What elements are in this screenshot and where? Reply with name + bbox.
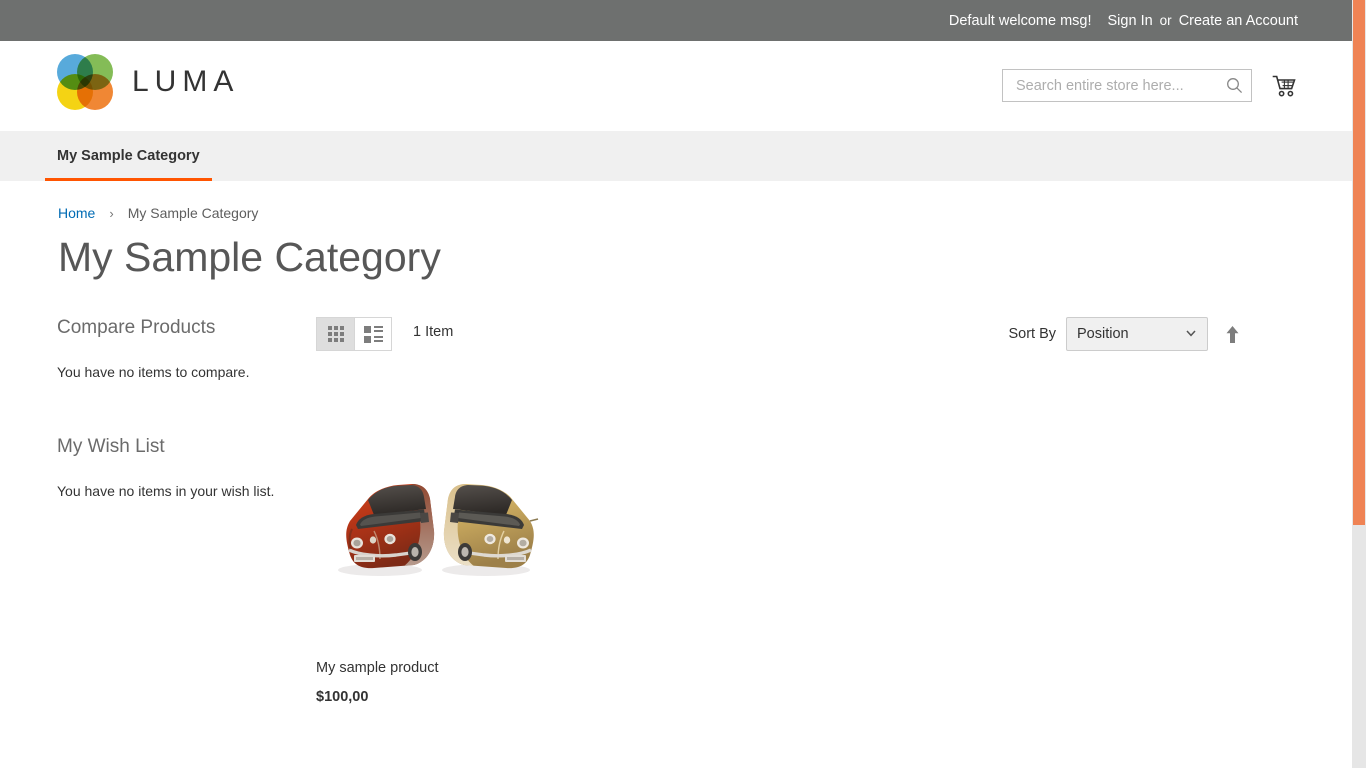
main-navigation: My Sample Category: [0, 131, 1352, 181]
sorter: Sort By Position: [1008, 317, 1240, 352]
breadcrumb-separator-icon: ›: [109, 205, 114, 221]
welcome-message: Default welcome msg!: [948, 12, 1092, 29]
top-panel-separator: or: [1159, 13, 1172, 28]
sidebar: Compare Products You have no items to co…: [57, 317, 282, 501]
compare-products-block: Compare Products You have no items to co…: [57, 317, 282, 382]
model-cars-photo: [316, 469, 556, 590]
main-content: 1 Item Sort By Position My sample produc…: [316, 317, 1296, 705]
header-actions: [1002, 69, 1298, 102]
product-image[interactable]: [316, 409, 556, 650]
sort-direction-ascending-button[interactable]: [1225, 325, 1240, 344]
search-input[interactable]: [1002, 69, 1252, 102]
grid-view-icon: [327, 326, 344, 343]
top-panel: Default welcome msg! Sign In or Create a…: [0, 0, 1352, 41]
logo-text: LUMA: [132, 65, 240, 98]
compare-products-title: Compare Products: [57, 317, 216, 339]
view-mode-switcher: [316, 317, 392, 352]
grid-view-mode-button[interactable]: [317, 318, 354, 351]
nav-item-my-sample-category[interactable]: My Sample Category: [45, 131, 212, 181]
sort-by-label: Sort By: [1008, 326, 1056, 343]
product-list-toolbar: 1 Item Sort By Position: [316, 317, 1296, 353]
product-price: $100,00: [316, 689, 369, 706]
breadcrumb-home-link[interactable]: Home: [58, 205, 95, 221]
page-title: My Sample Category: [58, 234, 441, 280]
sort-by-select[interactable]: Position: [1066, 317, 1208, 352]
product-name-link[interactable]: My sample product: [316, 658, 556, 678]
luma-flower-logo-icon: [57, 54, 113, 110]
wish-list-empty-text: You have no items in your wish list.: [57, 482, 275, 499]
product-item: My sample product $100,00: [316, 409, 556, 705]
product-grid: My sample product $100,00: [316, 409, 1296, 705]
breadcrumb-current: My Sample Category: [127, 205, 259, 221]
sign-in-link[interactable]: Sign In: [1108, 13, 1153, 29]
vertical-scrollbar-thumb[interactable]: [1353, 0, 1365, 525]
breadcrumb: Home › My Sample Category: [0, 181, 1352, 221]
shopping-cart-icon[interactable]: [1272, 73, 1298, 99]
logo-link[interactable]: LUMA: [57, 54, 239, 110]
list-view-icon: [363, 325, 383, 343]
wish-list-block: My Wish List You have no items in your w…: [57, 436, 282, 501]
wish-list-title: My Wish List: [57, 436, 165, 458]
sort-select-wrapper: Position: [1066, 317, 1208, 352]
create-account-link[interactable]: Create an Account: [1179, 13, 1298, 29]
vertical-scrollbar-track[interactable]: [1352, 0, 1366, 768]
search-box: [1002, 69, 1252, 102]
compare-products-empty-text: You have no items to compare.: [57, 363, 250, 380]
list-view-mode-button[interactable]: [354, 318, 391, 351]
page-viewport: Default welcome msg! Sign In or Create a…: [0, 0, 1352, 768]
item-count: 1 Item: [413, 324, 454, 341]
top-panel-links: Default welcome msg! Sign In or Create a…: [949, 13, 1298, 29]
site-header: LUMA: [0, 41, 1352, 131]
browser-page: Default welcome msg! Sign In or Create a…: [0, 0, 1366, 768]
